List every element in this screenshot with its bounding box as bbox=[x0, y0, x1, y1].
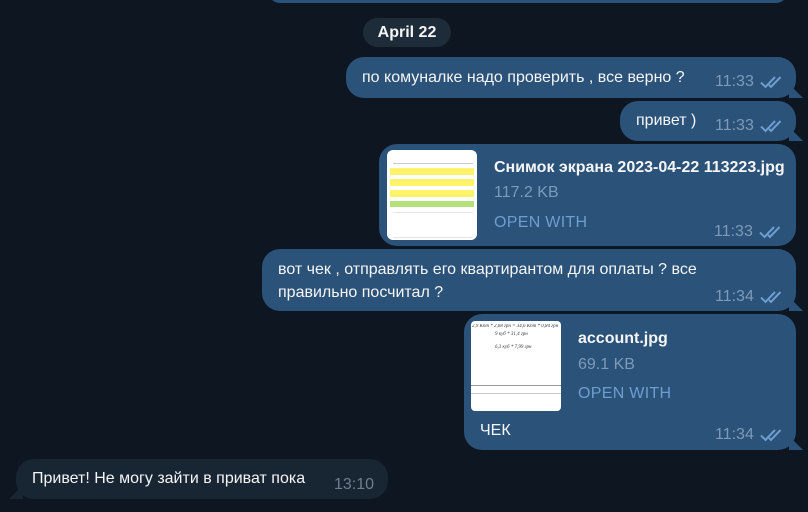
file-message-bubble[interactable]: 2,9 Кбт * 2,68 грн = 34,6 Кбт * 0,84 грн… bbox=[464, 314, 803, 450]
thumb-text-line: 6,3 куб * 7,99 грн bbox=[495, 345, 532, 350]
message-meta: 11:34 bbox=[715, 426, 786, 444]
open-with-button[interactable]: OPEN WITH bbox=[578, 385, 671, 403]
bubble-tail bbox=[789, 436, 803, 450]
thumb-grid bbox=[393, 212, 473, 238]
message-text: по комуналке надо проверить , все верно … bbox=[362, 69, 685, 86]
message-time: 11:34 bbox=[715, 288, 754, 305]
message-caption: ЧЕК bbox=[480, 422, 511, 439]
message-text: привет ) bbox=[636, 112, 697, 129]
message-text-line: правильно посчитал ? bbox=[278, 284, 444, 301]
open-with-button[interactable]: OPEN WITH bbox=[494, 214, 587, 232]
message-meta: 11:34 bbox=[715, 288, 786, 306]
file-size: 69.1 KB bbox=[578, 356, 635, 373]
thumb-row-yellow bbox=[390, 190, 474, 197]
file-name: Снимок экрана 2023-04-22 113223.jpg bbox=[494, 159, 785, 176]
message-bubble[interactable]: привет ) 11:33 bbox=[620, 101, 803, 141]
thumb-divider bbox=[471, 385, 561, 386]
message-text-line: вот чек , отправлять его квартирантом дл… bbox=[278, 261, 697, 278]
thumb-text-line: 9 куб * 31,4 грн bbox=[495, 332, 528, 337]
message-time: 11:33 bbox=[715, 73, 754, 90]
incoming-message-bubble[interactable]: Привет! Не могу зайти в приват пока 13:1… bbox=[9, 459, 388, 499]
double-check-icon bbox=[760, 120, 782, 133]
file-size: 117.2 KB bbox=[494, 184, 559, 201]
message-text: Привет! Не могу зайти в приват пока bbox=[32, 470, 306, 487]
double-check-icon bbox=[760, 76, 782, 89]
double-check-icon bbox=[759, 226, 781, 239]
message-time: 11:34 bbox=[715, 426, 754, 443]
message-meta: 13:10 bbox=[334, 476, 374, 494]
bubble-tail bbox=[9, 485, 23, 499]
file-message-bubble[interactable]: Снимок экрана 2023-04-22 113223.jpg 117.… bbox=[379, 144, 796, 246]
date-separator: April 22 bbox=[363, 18, 451, 47]
bubble-tail bbox=[789, 84, 803, 98]
bubble-tail bbox=[789, 297, 803, 311]
thumb-row-yellow bbox=[390, 168, 474, 175]
file-thumbnail[interactable] bbox=[387, 150, 477, 240]
file-name: account.jpg bbox=[578, 330, 668, 347]
thumb-divider bbox=[471, 393, 561, 394]
previous-message-bubble bbox=[268, 0, 788, 3]
double-check-icon bbox=[760, 291, 782, 304]
message-bubble[interactable]: по комуналке надо проверить , все верно … bbox=[346, 57, 803, 98]
bubble-tail bbox=[789, 127, 803, 141]
thumb-header bbox=[393, 155, 473, 164]
thumb-row-green bbox=[390, 201, 474, 207]
message-bubble[interactable]: вот чек , отправлять его квартирантом дл… bbox=[262, 249, 803, 311]
message-time: 11:33 bbox=[715, 117, 754, 134]
file-thumbnail[interactable]: 2,9 Кбт * 2,68 грн = 34,6 Кбт * 0,84 грн… bbox=[471, 321, 561, 411]
message-time: 11:33 bbox=[714, 223, 753, 240]
message-time: 13:10 bbox=[334, 476, 375, 493]
message-meta: 11:33 bbox=[715, 73, 786, 91]
double-check-icon bbox=[760, 429, 782, 442]
thumb-text-line: 2,9 Кбт * 2,68 грн = 34,6 Кбт * 0,84 грн bbox=[472, 324, 559, 329]
message-meta: 11:33 bbox=[715, 117, 786, 135]
message-meta: 11:33 bbox=[714, 223, 785, 241]
thumb-row-yellow bbox=[390, 179, 474, 186]
